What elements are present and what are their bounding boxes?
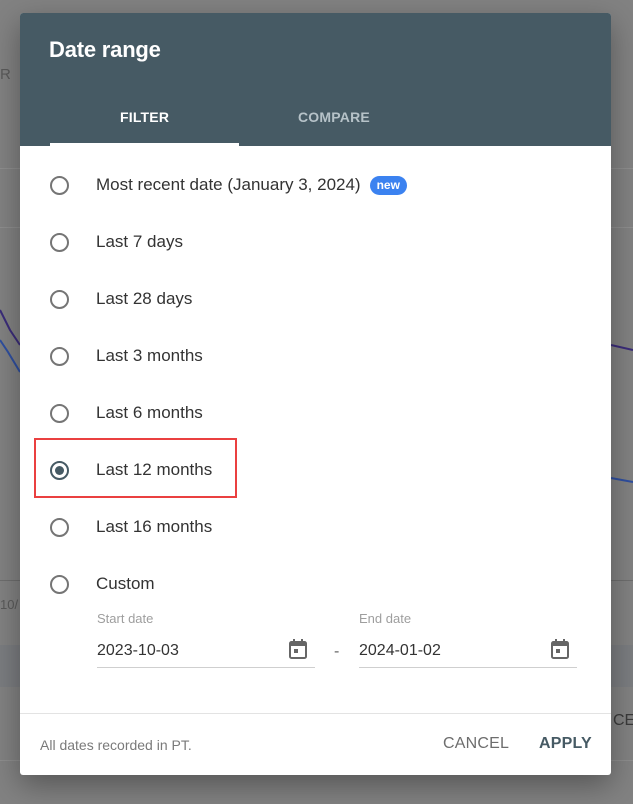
background-series-line [0, 339, 21, 373]
option-label: Custom [96, 574, 155, 593]
start-date-field[interactable]: Start date 2023-10-03 [97, 611, 315, 668]
option-label: Last 7 days [96, 232, 183, 251]
option-last-6-months[interactable]: Last 6 months [49, 398, 203, 428]
active-tab-indicator [50, 143, 239, 146]
end-date-field[interactable]: End date 2024-01-02 [359, 611, 577, 668]
radio-button-selected[interactable] [50, 460, 69, 480]
new-badge: new [369, 175, 407, 195]
dialog-header: Date range FILTER COMPARE [20, 13, 611, 146]
option-custom[interactable]: Custom [49, 569, 155, 599]
option-last-7-days[interactable]: Last 7 days [49, 227, 183, 257]
date-range-dialog: Date range FILTER COMPARE Most recent da… [20, 13, 611, 775]
option-label: Last 28 days [96, 289, 193, 308]
tab-filter[interactable]: FILTER [120, 109, 169, 125]
start-date-input[interactable]: 2023-10-03 [97, 642, 179, 660]
radio-button[interactable] [50, 175, 69, 195]
radio-button[interactable] [50, 574, 69, 594]
background-series-line [610, 344, 633, 351]
end-date-label: End date [359, 611, 412, 626]
end-date-input[interactable]: 2024-01-02 [359, 642, 441, 660]
option-label: Last 3 months [96, 346, 203, 365]
option-most-recent-date[interactable]: Most recent date (January 3, 2024) new [49, 170, 407, 200]
timezone-note: All dates recorded in PT. [40, 737, 192, 753]
radio-button[interactable] [50, 517, 69, 537]
option-last-3-months[interactable]: Last 3 months [49, 341, 203, 371]
radio-button[interactable] [50, 232, 69, 252]
background-series-line [0, 309, 21, 346]
background-series-line [610, 477, 633, 483]
apply-button[interactable]: APPLY [539, 735, 592, 753]
radio-button[interactable] [50, 289, 69, 309]
date-separator: - [334, 643, 340, 660]
option-label: Last 16 months [96, 517, 213, 536]
radio-button[interactable] [50, 346, 69, 366]
option-label: Last 12 months [96, 460, 213, 479]
cancel-button[interactable]: CANCEL [443, 735, 509, 753]
start-date-label: Start date [97, 611, 154, 626]
dialog-title: Date range [49, 37, 161, 62]
option-last-12-months[interactable]: Last 12 months [49, 455, 212, 485]
option-last-16-months[interactable]: Last 16 months [49, 512, 212, 542]
radio-button[interactable] [50, 403, 69, 423]
footer-divider [20, 713, 611, 714]
option-label: Most recent date (January 3, 2024) [96, 175, 361, 194]
calendar-icon[interactable] [551, 639, 569, 659]
calendar-icon[interactable] [289, 639, 307, 659]
tab-compare[interactable]: COMPARE [298, 109, 370, 125]
option-label: Last 6 months [96, 403, 203, 422]
option-last-28-days[interactable]: Last 28 days [49, 284, 192, 314]
end-date-underline [359, 667, 577, 668]
start-date-underline [97, 667, 315, 668]
